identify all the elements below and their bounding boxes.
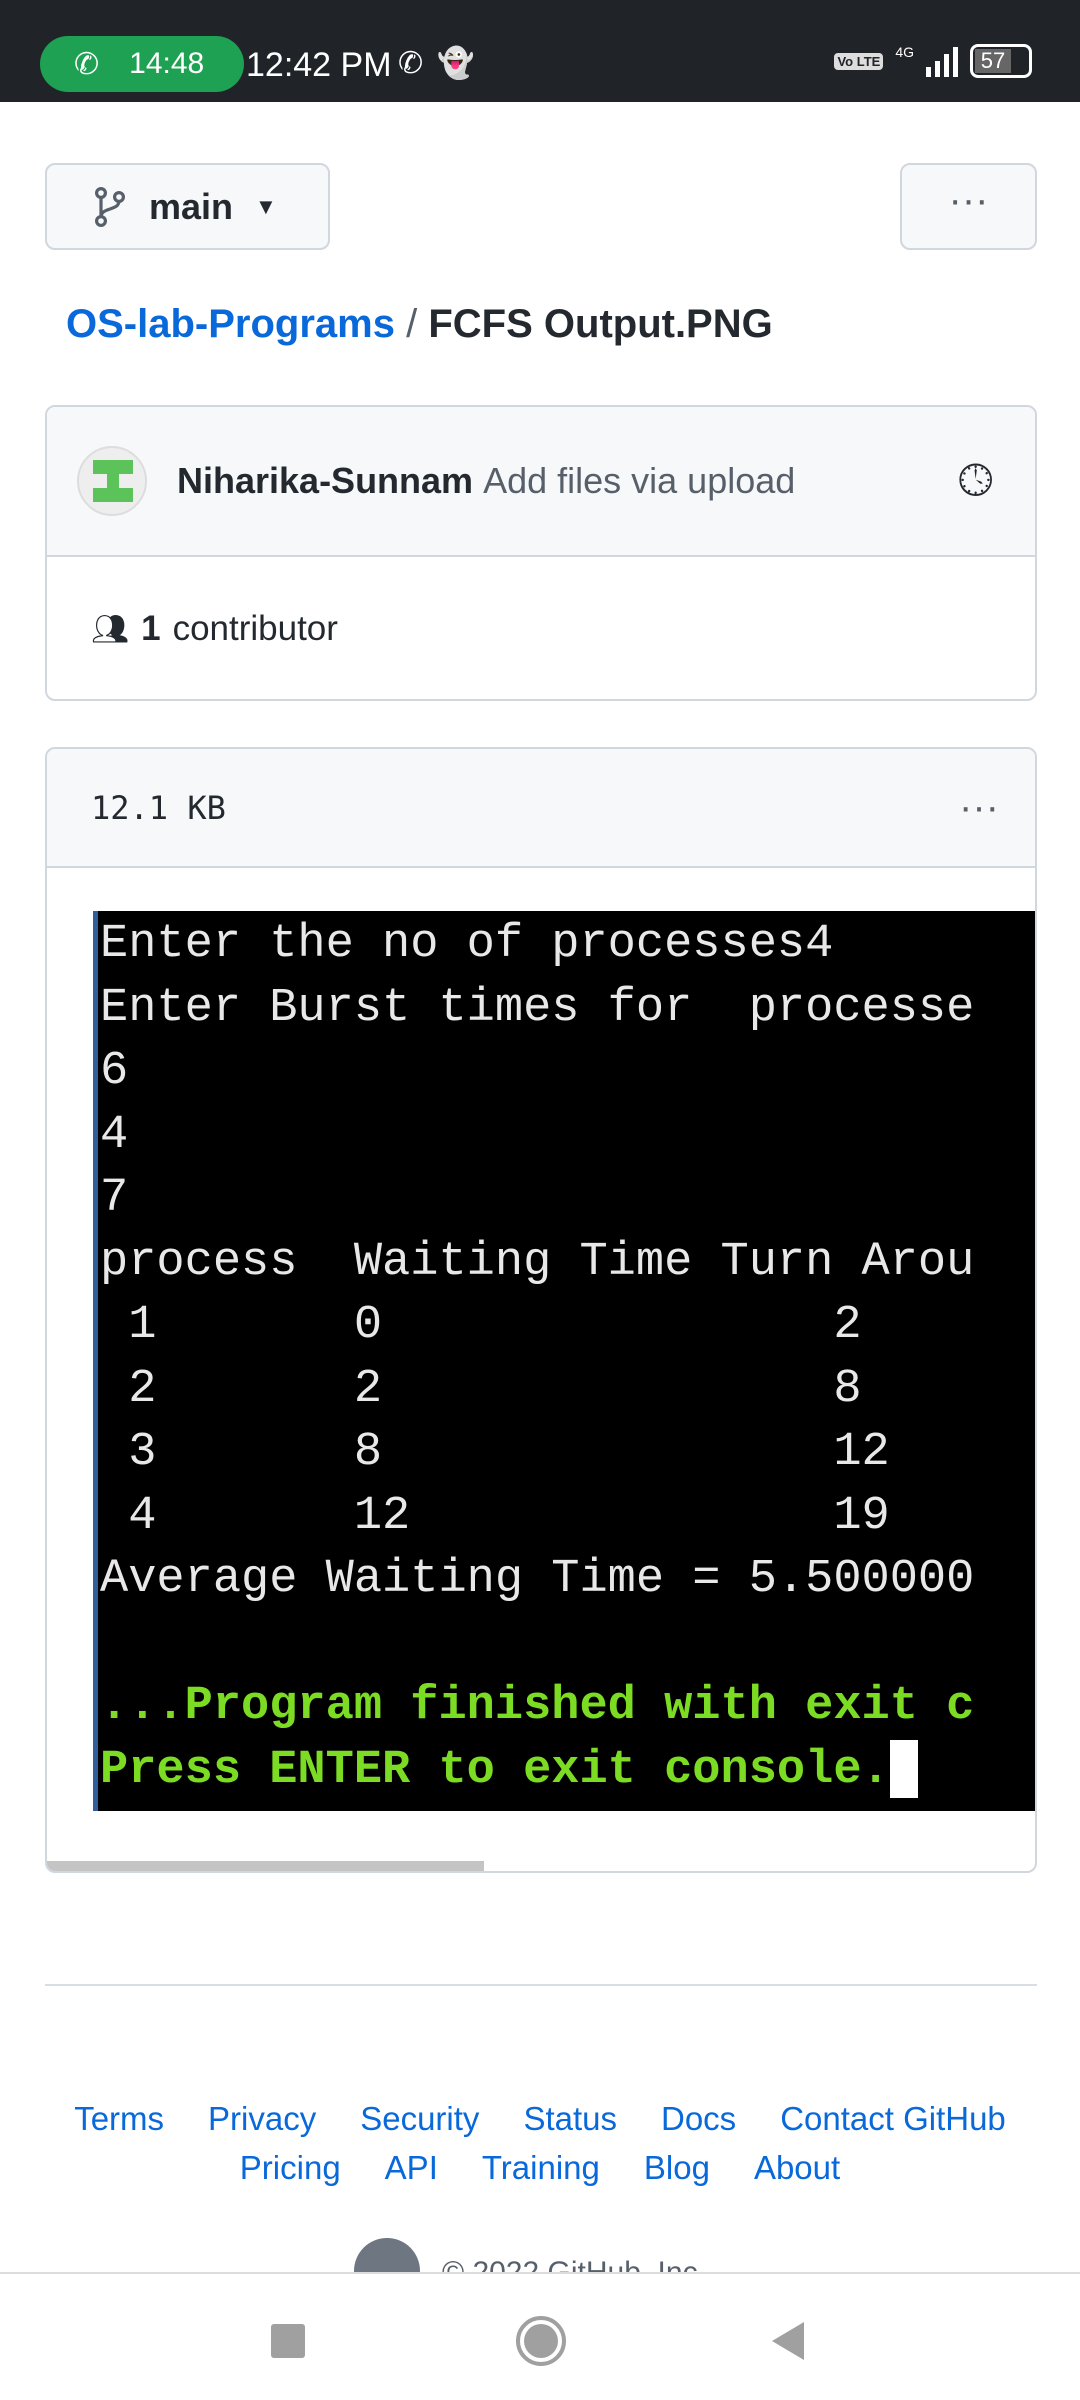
terminal-line: 6 xyxy=(100,1045,129,1098)
terminal-line: 3 8 12 xyxy=(100,1426,890,1479)
android-nav-bar xyxy=(0,2272,1080,2400)
commit-author[interactable]: Niharika-Sunnam xyxy=(177,460,473,502)
terminal-line: 4 12 19 xyxy=(100,1489,890,1543)
repo-link[interactable]: OS-lab-Programs xyxy=(66,302,395,346)
snapchat-icon: 👻 xyxy=(437,47,475,80)
footer-link-status[interactable]: Status xyxy=(523,2100,617,2138)
signal-icon xyxy=(926,45,958,77)
git-branch-icon xyxy=(95,186,126,227)
contributor-count: 1 xyxy=(141,609,161,648)
terminal-output-image: Enter the no of processes4 Enter Burst ti… xyxy=(93,911,1035,1811)
avatar[interactable] xyxy=(77,446,147,516)
terminal-line: Enter Burst times for processe xyxy=(100,981,975,1035)
latest-commit-box: Niharika-Sunnam Add files via upload 🕓︎ … xyxy=(45,405,1037,701)
github-logo-icon[interactable] xyxy=(354,2238,420,2272)
footer-link-training[interactable]: Training xyxy=(482,2149,600,2187)
home-button[interactable] xyxy=(516,2316,566,2366)
battery-level: 57 xyxy=(975,49,1011,73)
more-options-button[interactable]: ··· xyxy=(900,163,1037,250)
whatsapp-icon: ✆ xyxy=(398,47,424,80)
file-size: 12.1 KB xyxy=(91,788,226,827)
footer-copyright: © 2022 GitHub, Inc. xyxy=(354,2236,706,2272)
network-type: 4G xyxy=(895,44,914,60)
footer-links-row1: Terms Privacy Security Status Docs Conta… xyxy=(0,2100,1080,2138)
branch-selector[interactable]: main ▼ xyxy=(45,163,330,250)
clock: 12:42 PM xyxy=(246,46,392,84)
breadcrumb-separator: / xyxy=(406,302,418,346)
footer-link-blog[interactable]: Blog xyxy=(644,2149,710,2187)
commit-message[interactable]: Add files via upload xyxy=(483,460,795,502)
terminal-line: 2 2 8 xyxy=(100,1362,862,1416)
copyright-text: © 2022 GitHub, Inc. xyxy=(442,2256,706,2272)
recents-button[interactable] xyxy=(271,2324,305,2358)
horizontal-scrollbar[interactable] xyxy=(47,1861,484,1871)
terminal-line: 1 0 2 xyxy=(100,1299,862,1352)
volte-icon: Vo LTE xyxy=(834,52,884,70)
phone-icon: ✆ xyxy=(74,47,100,81)
battery-icon: 57 xyxy=(970,44,1032,78)
footer-link-privacy[interactable]: Privacy xyxy=(208,2100,316,2138)
terminal-line: 7 xyxy=(100,1172,129,1225)
footer-link-contact[interactable]: Contact GitHub xyxy=(780,2100,1006,2138)
footer-link-about[interactable]: About xyxy=(754,2149,840,2187)
terminal-prompt-text: Press ENTER to exit console. xyxy=(100,1743,890,1797)
footer-link-api[interactable]: API xyxy=(385,2149,438,2187)
call-timer: 14:48 xyxy=(129,47,205,80)
contributors-row[interactable]: 👥︎ 1 contributor xyxy=(47,557,1035,699)
file-viewer: 12.1 KB ··· Enter the no of processes4 En… xyxy=(45,747,1037,1873)
terminal-prompt-line: Press ENTER to exit console. xyxy=(100,1739,1035,1803)
ongoing-call-chip[interactable]: ✆ 14:48 xyxy=(40,36,244,92)
back-button[interactable] xyxy=(772,2322,804,2360)
footer-link-pricing[interactable]: Pricing xyxy=(240,2149,341,2187)
people-icon: 👥︎ xyxy=(91,612,130,646)
divider xyxy=(45,1984,1037,1986)
footer-link-terms[interactable]: Terms xyxy=(74,2100,164,2138)
contributor-label: contributor xyxy=(172,609,338,648)
footer-links-row2: Pricing API Training Blog About xyxy=(0,2149,1080,2187)
terminal-finished-line: ...Program finished with exit c xyxy=(100,1680,975,1733)
caret-down-icon: ▼ xyxy=(255,193,277,219)
history-icon[interactable]: 🕓︎ xyxy=(958,456,993,506)
branch-name: main xyxy=(149,185,234,227)
terminal-line: 4 xyxy=(100,1108,129,1162)
terminal-line: process Waiting Time Turn Arou xyxy=(100,1235,975,1289)
footer-link-security[interactable]: Security xyxy=(360,2100,479,2138)
terminal-line: Average Waiting Time = 5.500000 xyxy=(100,1553,975,1606)
footer-link-docs[interactable]: Docs xyxy=(661,2100,736,2138)
cursor xyxy=(889,1740,918,1799)
terminal-line: Enter the no of processes4 xyxy=(100,918,834,971)
file-name: FCFS Output.PNG xyxy=(428,302,773,346)
file-more-button[interactable]: ··· xyxy=(959,785,999,830)
breadcrumb: OS-lab-Programs / FCFS Output.PNG xyxy=(66,302,773,347)
status-bar: ✆ 14:48 12:42 PM ✆ 👻 Vo LTE 4G 57 xyxy=(0,0,1080,102)
